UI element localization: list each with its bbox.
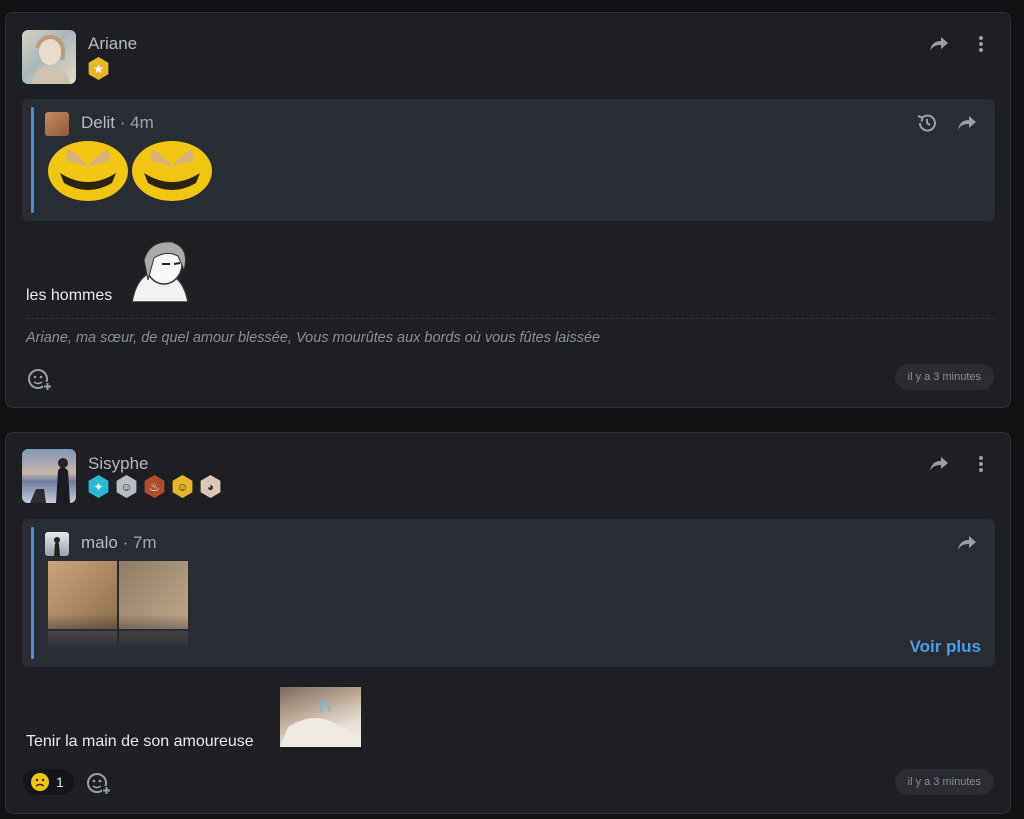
star-badge-icon[interactable]: ★ <box>88 57 109 80</box>
quote-time: 4m <box>130 113 154 132</box>
gallery-image[interactable] <box>119 631 188 649</box>
quote-author[interactable]: Delit <box>81 113 115 132</box>
signature: Ariane, ma sœur, de quel amour blessée, … <box>26 330 601 346</box>
avatar[interactable] <box>22 30 76 84</box>
gallery-image[interactable] <box>48 631 117 649</box>
timestamp: il y a 3 minutes <box>894 364 994 390</box>
emoji-laugh-icon <box>132 139 212 203</box>
quote-avatar[interactable] <box>45 112 69 136</box>
reaction-count: 1 <box>56 774 64 790</box>
timestamp: il y a 3 minutes <box>894 769 994 795</box>
share-icon[interactable] <box>927 32 951 56</box>
quote-bar <box>31 527 34 659</box>
username[interactable]: Ariane <box>88 34 137 54</box>
see-more-link[interactable]: Voir plus <box>910 637 981 657</box>
sad-face-icon <box>31 773 49 791</box>
share-icon[interactable] <box>955 531 979 555</box>
hands-sticker <box>280 687 361 747</box>
quoted-message[interactable]: malo · 7m Voir plus <box>22 519 995 667</box>
image-gallery[interactable] <box>48 561 188 649</box>
add-reaction-icon[interactable] <box>26 366 52 392</box>
message-text: Tenir la main de son amoureuse <box>26 733 254 750</box>
more-options-icon[interactable] <box>969 32 993 56</box>
more-options-icon[interactable] <box>969 452 993 476</box>
message-text: les hommes <box>26 287 113 304</box>
quote-bar <box>31 107 34 213</box>
quote-header: malo · 7m <box>81 533 157 552</box>
share-icon[interactable] <box>927 452 951 476</box>
quote-avatar[interactable] <box>45 532 69 556</box>
gallery-image[interactable] <box>48 561 117 629</box>
stars-badge-icon[interactable]: ✦ <box>88 475 109 498</box>
reaction-pill[interactable]: 1 <box>23 769 74 795</box>
smile-badge-icon[interactable]: ☺ <box>172 475 193 498</box>
avatar[interactable] <box>22 449 76 503</box>
badge-list: ✦ ☺ ♨ ☺ ◕ <box>87 475 222 498</box>
flame-badge-icon[interactable]: ♨ <box>144 475 165 498</box>
add-reaction-icon[interactable] <box>85 770 111 796</box>
gallery-image[interactable] <box>119 561 188 629</box>
quoted-message[interactable]: Delit · 4m <box>22 99 995 221</box>
history-icon[interactable] <box>915 111 939 135</box>
cat-badge-icon[interactable]: ◕ <box>200 475 221 498</box>
post-card: Ariane ★ Delit · 4m les hommes Ariane, m… <box>5 12 1011 408</box>
quote-header: Delit · 4m <box>81 113 154 132</box>
manga-sticker <box>126 240 192 303</box>
portrait-badge-icon[interactable]: ☺ <box>116 475 137 498</box>
badge-list: ★ <box>87 57 110 80</box>
quote-time: 7m <box>132 533 157 552</box>
signature-divider <box>26 318 994 319</box>
username[interactable]: Sisyphe <box>88 454 148 474</box>
share-icon[interactable] <box>955 111 979 135</box>
quote-author[interactable]: malo <box>81 533 118 552</box>
post-card: Sisyphe ✦ ☺ ♨ ☺ ◕ malo · 7m Voir plus Te… <box>5 432 1011 814</box>
emoji-laugh-icon <box>48 139 128 203</box>
